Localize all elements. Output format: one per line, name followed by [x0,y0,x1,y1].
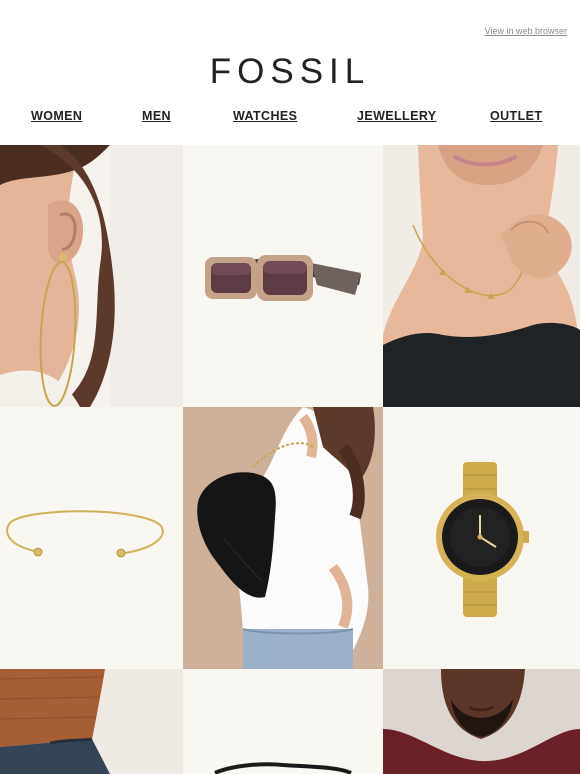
fossil-logo[interactable]: FOSSIL [0,52,580,92]
gold-watch-image [383,407,580,669]
tile-cuff-bracelet[interactable] [0,407,183,669]
necklace-model-image [383,145,580,407]
tile-gold-watch[interactable] [383,407,580,669]
product-grid [0,145,580,774]
shoulder-bag-model-image [183,407,383,669]
nav-outlet[interactable]: OUTLET [490,109,542,123]
tile-sunglasses[interactable] [183,145,383,407]
nav-men[interactable]: MEN [142,109,171,123]
nav-watches[interactable]: WATCHES [233,109,297,123]
sunglasses-image [183,145,383,407]
tile-belt-model[interactable] [0,669,183,774]
tile-shoulder-bag[interactable] [183,407,383,669]
hoop-earring-model-image [0,145,183,407]
view-in-browser-link[interactable]: View in web browser [485,26,567,36]
main-nav: WOMEN MEN WATCHES JEWELLERY OUTLET [0,109,580,127]
tile-earring-model[interactable] [0,145,183,407]
tile-product[interactable] [183,669,383,774]
men-model-image [383,669,580,774]
email-header: View in web browser FOSSIL WOMEN MEN WAT… [0,0,580,145]
tile-necklace-model[interactable] [383,145,580,407]
product-image [183,669,383,774]
nav-jewellery[interactable]: JEWELLERY [357,109,437,123]
cuff-bracelet-image [0,407,183,669]
belt-model-image [0,669,183,774]
tile-men-model[interactable] [383,669,580,774]
nav-women[interactable]: WOMEN [31,109,82,123]
